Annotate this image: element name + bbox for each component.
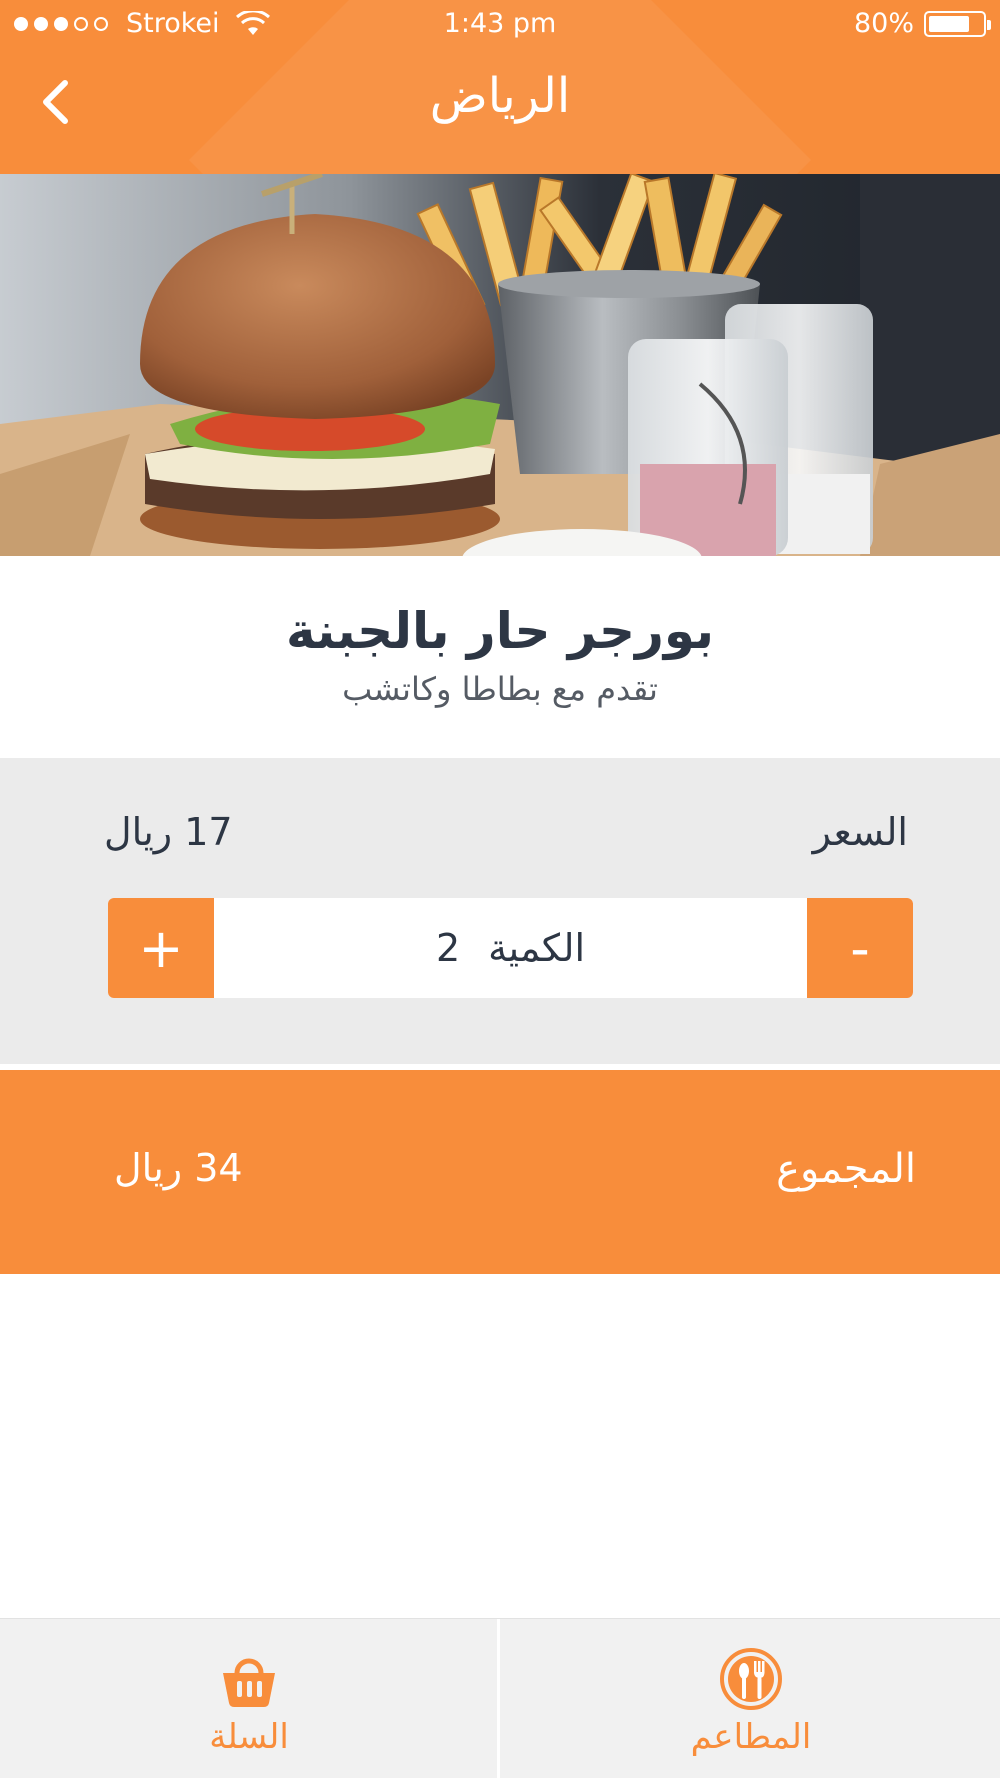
back-button[interactable] xyxy=(30,72,80,132)
tab-bar: السلة المطاعم xyxy=(0,1618,1000,1778)
burger-fries-photo xyxy=(0,174,1000,556)
increase-quantity-button[interactable]: + xyxy=(108,898,214,998)
battery-fill xyxy=(929,15,970,32)
tab-restaurants[interactable]: المطاعم xyxy=(502,1619,1000,1778)
status-time: 1:43 pm xyxy=(443,8,557,39)
chevron-left-icon xyxy=(43,80,68,124)
minus-icon: - xyxy=(850,916,870,980)
hero-image xyxy=(0,174,1000,556)
plus-icon: + xyxy=(138,916,184,980)
battery-icon xyxy=(924,10,991,37)
quantity-label: الكمية xyxy=(488,926,586,970)
item-details: بورجر حار بالجبنة تقدم مع بطاطا وكاتشب xyxy=(0,556,1000,758)
total-label: المجموع xyxy=(776,1146,916,1192)
status-right: 80% xyxy=(853,8,991,39)
header: Strokei 1:43 pm 80% الرياض xyxy=(0,0,1000,174)
total-bar: المجموع 34 ريال xyxy=(0,1070,1000,1274)
item-subtitle: تقدم مع بطاطا وكاتشب xyxy=(342,670,658,708)
tab-restaurants-label: المطاعم xyxy=(690,1717,812,1757)
total-value: 34 ريال xyxy=(114,1146,243,1190)
restaurant-icon xyxy=(720,1648,782,1710)
app-screen: Strokei 1:43 pm 80% الرياض بورجر حار بال… xyxy=(0,0,1000,1778)
quantity-display: 2 الكمية xyxy=(214,898,807,998)
tab-separator xyxy=(497,1619,500,1778)
tab-cart[interactable]: السلة xyxy=(0,1619,498,1778)
decrease-quantity-button[interactable]: - xyxy=(807,898,913,998)
tab-cart-label: السلة xyxy=(209,1717,289,1757)
price-label: السعر xyxy=(812,810,908,854)
item-title: بورجر حار بالجبنة xyxy=(286,602,714,660)
quantity-stepper: + 2 الكمية - xyxy=(108,898,913,998)
basket-icon xyxy=(223,1658,275,1707)
page-title: الرياض xyxy=(429,68,571,124)
price-section: السعر 17 ريال + 2 الكمية - xyxy=(0,758,1000,1064)
price-value: 17 ريال xyxy=(104,810,233,854)
status-bar: Strokei 1:43 pm 80% xyxy=(0,0,1000,48)
quantity-value: 2 xyxy=(435,926,461,970)
battery-percent: 80% xyxy=(853,8,914,39)
